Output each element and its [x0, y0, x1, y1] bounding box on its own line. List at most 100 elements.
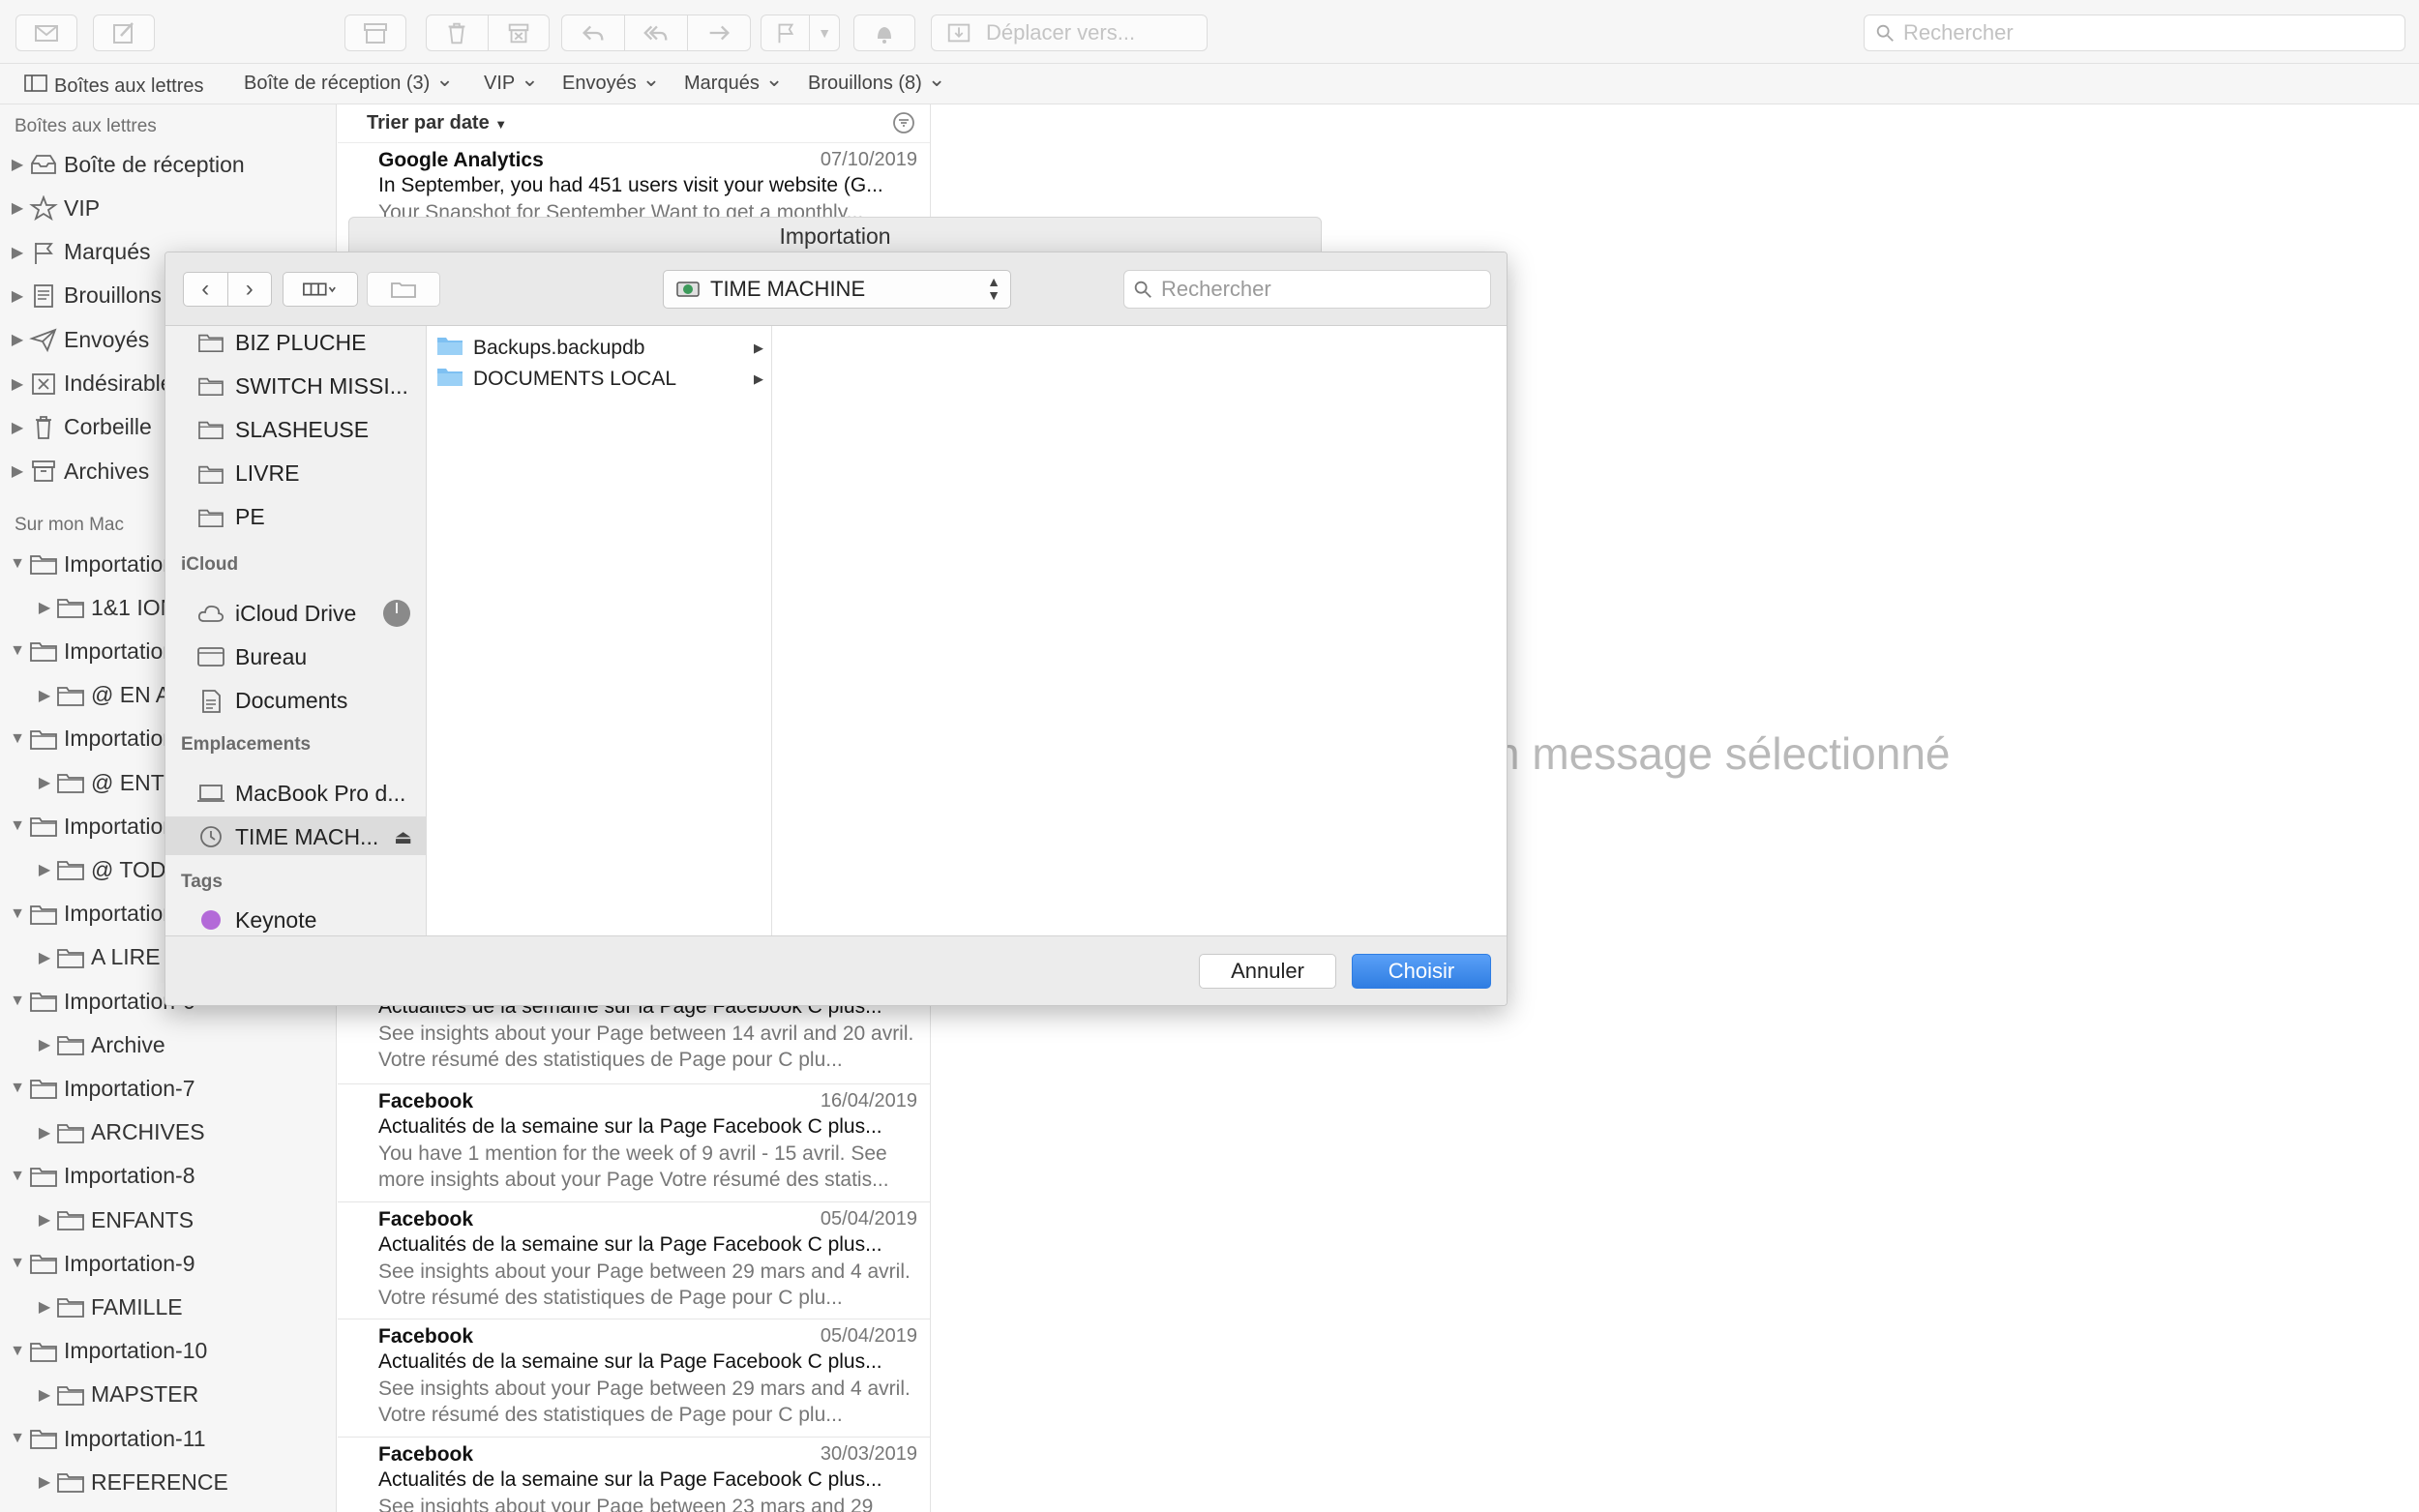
disclosure-triangle-icon[interactable]: ▼ [8, 905, 27, 923]
disclosure-triangle-icon[interactable]: ▶ [35, 1035, 54, 1054]
disclosure-triangle-icon[interactable]: ▶ [35, 1210, 54, 1230]
junk-button[interactable] [489, 15, 550, 50]
dialog-folder-biz-pluche[interactable]: BIZ PLUCHE [194, 326, 366, 361]
back-button[interactable]: ‹ [184, 273, 228, 306]
dialog-item-documents[interactable]: Documents [194, 683, 347, 720]
mac-folder-todo[interactable]: ▶ @ TODO [35, 850, 184, 889]
mac-folder-archives[interactable]: ▶ ARCHIVES [35, 1113, 205, 1152]
forward-nav-button[interactable]: › [228, 273, 272, 306]
mac-folder-importation[interactable]: ▼ Importation [8, 545, 175, 583]
sidebar-item-corbeille[interactable]: ▶ Corbeille [8, 408, 152, 447]
mac-folder-enfants[interactable]: ▶ ENFANTS [35, 1201, 194, 1239]
mac-folder-a-lire[interactable]: ▶ A LIRE [35, 938, 161, 977]
choose-button[interactable]: Choisir [1352, 954, 1491, 989]
mac-folder-archive[interactable]: ▶ Archive [35, 1025, 165, 1064]
get-mail-button[interactable] [15, 15, 77, 51]
disclosure-triangle-icon[interactable]: ▶ [8, 243, 27, 262]
mac-folder-reference[interactable]: ▶ REFERENCE [35, 1463, 228, 1501]
eject-icon[interactable]: ⏏ [394, 825, 412, 849]
favorite-brouillons-8[interactable]: Brouillons (8) ⌄ [808, 68, 945, 95]
message-row[interactable]: Facebook 30/03/2019 Actualités de la semai… [338, 1438, 930, 1512]
favorite-marqu-s[interactable]: Marqués ⌄ [684, 68, 783, 95]
reply-button[interactable] [562, 15, 625, 50]
sidebar-item-vip[interactable]: ▶ VIP [8, 189, 100, 227]
mac-folder-importation-7[interactable]: ▼ Importation-7 [8, 1069, 194, 1108]
compose-button[interactable] [93, 15, 155, 51]
favorite-bo-te-de-r-ception-3[interactable]: Boîte de réception (3) ⌄ [244, 68, 454, 95]
mac-folder-importation-9[interactable]: ▼ Importation-9 [8, 1244, 194, 1283]
sidebar-item-archives[interactable]: ▶ Archives [8, 452, 149, 490]
view-mode-button[interactable] [283, 272, 358, 307]
dialog-location-time-mach[interactable]: TIME MACH... ⏏ [194, 818, 412, 855]
disclosure-triangle-icon[interactable]: ▶ [8, 418, 27, 437]
mac-folder-importation[interactable]: ▼ Importation [8, 632, 175, 670]
mac-folder-mapster[interactable]: ▶ MAPSTER [35, 1376, 198, 1414]
forward-button[interactable] [688, 15, 750, 50]
disclosure-triangle-icon[interactable]: ▶ [8, 374, 27, 394]
message-row[interactable]: Facebook 05/04/2019 Actualités de la semai… [338, 1319, 930, 1438]
disclosure-triangle-icon[interactable]: ▶ [35, 1385, 54, 1405]
dialog-folder-switch-missi[interactable]: SWITCH MISSI... [194, 368, 408, 404]
mac-folder-importation[interactable]: ▼ Importation [8, 807, 175, 845]
disclosure-triangle-icon[interactable]: ▼ [8, 1430, 27, 1447]
disclosure-triangle-icon[interactable]: ▶ [35, 598, 54, 617]
sidebar-item-envoy-s[interactable]: ▶ Envoyés [8, 320, 149, 359]
disclosure-triangle-icon[interactable]: ▼ [8, 730, 27, 748]
dialog-location-macbook-pro-d[interactable]: MacBook Pro d... [194, 775, 405, 812]
file-row-backups-backupdb[interactable]: Backups.backupdb ▶ [436, 334, 765, 363]
location-popup[interactable]: TIME MACHINE ▲ ▼ [663, 270, 1011, 309]
disclosure-triangle-icon[interactable]: ▶ [8, 330, 27, 349]
sidebar-item-brouillons[interactable]: ▶ Brouillons [8, 277, 162, 315]
message-row[interactable]: Actualités de la semaine sur la Page Fac… [338, 995, 930, 1084]
mac-folder-famille[interactable]: ▶ FAMILLE [35, 1288, 183, 1326]
disclosure-triangle-icon[interactable]: ▶ [35, 1297, 54, 1317]
move-to-button[interactable]: Déplacer vers... [931, 15, 1208, 51]
disclosure-triangle-icon[interactable]: ▼ [8, 555, 27, 573]
disclosure-triangle-icon[interactable]: ▶ [8, 198, 27, 218]
sort-by-date-button[interactable]: Trier par date ▼ [367, 112, 507, 134]
sidebar-item-ind-sirables[interactable]: ▶ Indésirables [8, 365, 184, 403]
disclosure-triangle-icon[interactable]: ▶ [35, 773, 54, 792]
tag-keynote[interactable]: Keynote [194, 902, 316, 935]
new-folder-button[interactable] [367, 272, 440, 307]
disclosure-triangle-icon[interactable]: ▼ [8, 1080, 27, 1097]
mac-folder-importation-11[interactable]: ▼ Importation-11 [8, 1419, 206, 1458]
disclosure-triangle-icon[interactable]: ▶ [35, 1472, 54, 1492]
delete-button[interactable] [427, 15, 489, 50]
sidebar-item-bo-te-de-r-ception[interactable]: ▶ Boîte de réception [8, 145, 245, 184]
dialog-item-bureau[interactable]: Bureau [194, 638, 307, 675]
disclosure-triangle-icon[interactable]: ▶ [8, 461, 27, 481]
disclosure-triangle-icon[interactable]: ▼ [8, 993, 27, 1010]
disclosure-triangle-icon[interactable]: ▼ [8, 1255, 27, 1272]
file-row-documents-local[interactable]: DOCUMENTS LOCAL ▶ [436, 365, 765, 394]
mac-folder-importation-10[interactable]: ▼ Importation-10 [8, 1332, 207, 1371]
disclosure-triangle-icon[interactable]: ▼ [8, 642, 27, 660]
mac-folder-importation-8[interactable]: ▼ Importation-8 [8, 1157, 194, 1196]
mute-button[interactable] [853, 15, 915, 51]
flag-button[interactable] [762, 15, 811, 50]
favorite-envoy-s[interactable]: Envoyés ⌄ [562, 68, 660, 95]
reply-all-button[interactable] [625, 15, 688, 50]
mac-folder-importation[interactable]: ▼ Importation [8, 720, 175, 758]
mac-folder-importation[interactable]: ▼ Importation [8, 895, 175, 934]
search-field[interactable]: Rechercher [1864, 15, 2405, 51]
dialog-search-field[interactable]: Rechercher [1123, 270, 1491, 309]
dialog-folder-slasheuse[interactable]: SLASHEUSE [194, 411, 369, 448]
sidebar-item-marqu-s[interactable]: ▶ Marqués [8, 233, 151, 272]
favorite-bo-tes-aux-lettres[interactable]: Boîtes aux lettres [23, 73, 204, 100]
disclosure-triangle-icon[interactable]: ▼ [8, 817, 27, 835]
disclosure-triangle-icon[interactable]: ▼ [8, 1168, 27, 1185]
disclosure-triangle-icon[interactable]: ▼ [8, 1343, 27, 1360]
disclosure-triangle-icon[interactable]: ▶ [8, 286, 27, 306]
filter-icon[interactable] [891, 110, 916, 135]
dialog-folder-pe[interactable]: PE [194, 499, 265, 536]
disclosure-triangle-icon[interactable]: ▶ [35, 1123, 54, 1142]
message-row[interactable]: Facebook 16/04/2019 Actualités de la semai… [338, 1084, 930, 1202]
archive-button[interactable] [344, 15, 406, 51]
disclosure-triangle-icon[interactable]: ▶ [35, 686, 54, 705]
favorite-vip[interactable]: VIP ⌄ [484, 68, 539, 95]
cancel-button[interactable]: Annuler [1199, 954, 1336, 989]
disclosure-triangle-icon[interactable]: ▶ [35, 860, 54, 879]
disclosure-triangle-icon[interactable]: ▶ [8, 155, 27, 174]
dialog-item-icloud-drive[interactable]: iCloud Drive [194, 595, 411, 632]
